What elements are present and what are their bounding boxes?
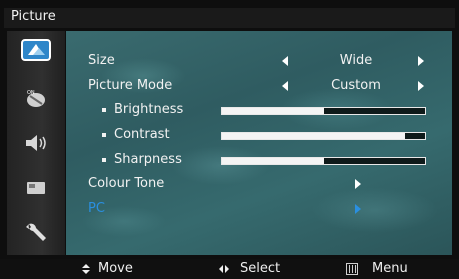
left-arrow-icon xyxy=(219,265,223,273)
sharpness-label: Sharpness xyxy=(114,152,182,167)
pc-option[interactable]: PC xyxy=(66,199,452,219)
colour-tone-right-arrow-icon[interactable] xyxy=(355,179,361,189)
contrast-slider[interactable] xyxy=(221,132,426,140)
up-arrow-icon xyxy=(82,264,90,268)
picture-mode-label: Picture Mode xyxy=(88,78,173,93)
right-arrow-icon xyxy=(225,265,229,273)
colour-tone-label: Colour Tone xyxy=(88,176,165,191)
menu-title: Picture xyxy=(11,9,56,24)
brightness-slider-fill xyxy=(222,108,324,114)
picture-mode-option[interactable]: Picture Mode Custom xyxy=(66,76,452,96)
picture-icon[interactable] xyxy=(21,39,51,61)
bullet-icon xyxy=(102,108,106,112)
brightness-option[interactable]: Brightness xyxy=(66,100,452,120)
down-arrow-icon xyxy=(82,270,90,274)
sharpness-option[interactable]: Sharpness xyxy=(66,150,452,170)
brightness-slider[interactable] xyxy=(221,107,426,115)
speaker-icon[interactable] xyxy=(21,132,51,154)
size-option[interactable]: Size Wide xyxy=(66,51,452,71)
select-hint: Select xyxy=(240,261,281,276)
menu-hint: Menu xyxy=(372,261,408,276)
pc-label: PC xyxy=(88,201,105,216)
contrast-slider-fill xyxy=(222,133,405,139)
bullet-icon xyxy=(102,158,106,162)
picture-settings-panel: Size Wide Picture Mode Custom Brightness… xyxy=(66,31,452,255)
category-sidebar: ON xyxy=(7,31,65,255)
bullet-icon xyxy=(102,133,106,137)
picture-mode-value: Custom xyxy=(331,78,381,93)
size-left-arrow-icon[interactable] xyxy=(282,56,288,66)
size-label: Size xyxy=(88,53,115,68)
size-right-arrow-icon[interactable] xyxy=(418,56,424,66)
menu-title-bar: Picture xyxy=(4,8,455,28)
menu-button-icon xyxy=(346,263,358,275)
tv-menu-screen: Picture ON Size Wide Picture Mode Custom… xyxy=(0,0,459,279)
move-hint: Move xyxy=(98,261,133,276)
contrast-option[interactable]: Contrast xyxy=(66,125,452,145)
colour-tone-option[interactable]: Colour Tone xyxy=(66,174,452,194)
sharpness-slider-fill xyxy=(222,158,324,164)
picture-mode-right-arrow-icon[interactable] xyxy=(418,81,424,91)
pc-right-arrow-icon[interactable] xyxy=(355,204,361,214)
svg-text:ON: ON xyxy=(27,90,35,96)
contrast-label: Contrast xyxy=(114,127,170,142)
setup-icon[interactable] xyxy=(21,177,51,199)
sound-on-icon[interactable]: ON xyxy=(21,87,51,109)
picture-mode-left-arrow-icon[interactable] xyxy=(282,81,288,91)
size-value: Wide xyxy=(339,53,373,68)
brightness-label: Brightness xyxy=(114,102,184,117)
wrench-icon[interactable] xyxy=(21,221,51,243)
sharpness-slider[interactable] xyxy=(221,157,426,165)
navigation-help-bar: Move Select Menu xyxy=(0,259,459,279)
